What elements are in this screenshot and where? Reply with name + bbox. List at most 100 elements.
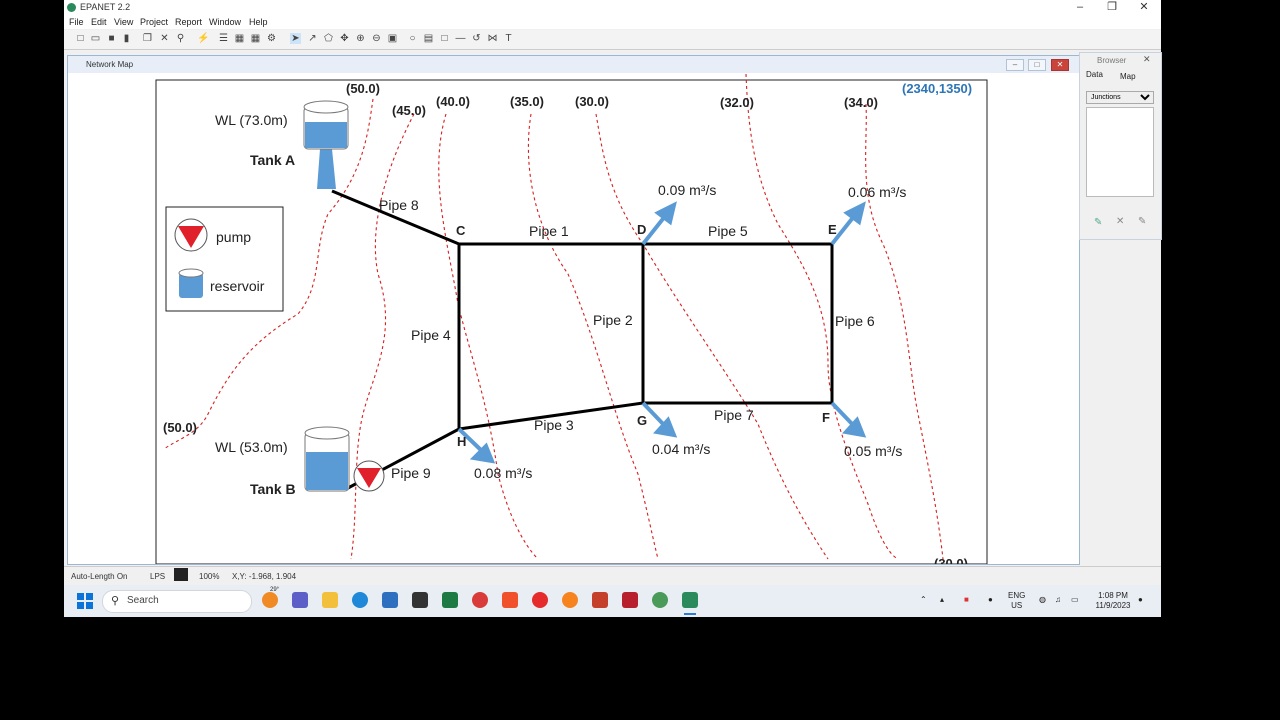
open-file-icon[interactable]: ▭: [90, 33, 101, 44]
volume-icon[interactable]: ♫: [1055, 595, 1061, 605]
battery-icon[interactable]: ▭: [1071, 595, 1079, 605]
node-label-f[interactable]: F: [822, 410, 830, 425]
vscode-icon[interactable]: [382, 592, 398, 608]
tank-a-level: WL (73.0m): [215, 112, 288, 128]
menu-help[interactable]: Help: [249, 17, 268, 27]
node-label-c[interactable]: C: [456, 223, 466, 238]
select-region-icon[interactable]: ⬠: [323, 33, 334, 44]
print-icon[interactable]: ▮: [121, 33, 132, 44]
node-label-g[interactable]: G: [637, 413, 647, 428]
find-icon[interactable]: ⚲: [175, 33, 186, 44]
terminal-icon[interactable]: [412, 592, 428, 608]
save-icon[interactable]: ■: [106, 33, 117, 44]
map-maximize-button[interactable]: □: [1028, 59, 1046, 71]
select-object-icon[interactable]: ➤: [290, 33, 301, 44]
excel-icon[interactable]: [442, 592, 458, 608]
auto-length-status[interactable]: Auto-Length On: [71, 572, 127, 581]
map-close-button[interactable]: ✕: [1051, 59, 1069, 71]
close-button[interactable]: ✕: [1128, 0, 1160, 15]
xy-location-status: X,Y: -1.968, 1.904: [232, 572, 297, 581]
browser-header: Browser ✕: [1080, 53, 1161, 67]
add-pipe-icon[interactable]: —: [455, 33, 466, 44]
tray-app-icon[interactable]: ▴: [940, 595, 944, 605]
add-label-icon[interactable]: T: [503, 33, 514, 44]
menu-report[interactable]: Report: [175, 17, 202, 27]
run-icon[interactable]: ⚡: [197, 33, 209, 44]
tray-chevron-icon[interactable]: ⌃: [920, 595, 927, 605]
select-vertex-icon[interactable]: ↗: [307, 33, 318, 44]
add-reservoir-icon[interactable]: ▤: [423, 33, 434, 44]
windows-start-icon[interactable]: [77, 593, 93, 609]
language-indicator[interactable]: ENG US: [1008, 591, 1025, 611]
zoom-in-icon[interactable]: ⊕: [355, 33, 366, 44]
clock-time: 1:08 PM: [1098, 591, 1128, 600]
node-label-d[interactable]: D: [637, 222, 646, 237]
tab-data[interactable]: Data: [1086, 70, 1103, 79]
options-icon[interactable]: ⚙: [266, 33, 277, 44]
node-label-e[interactable]: E: [828, 222, 837, 237]
menu-edit[interactable]: Edit: [91, 17, 107, 27]
add-pump-icon[interactable]: ↺: [471, 33, 482, 44]
zoom-out-icon[interactable]: ⊖: [371, 33, 382, 44]
opera-icon[interactable]: [532, 592, 548, 608]
file-explorer-icon[interactable]: [322, 592, 338, 608]
powerpoint-icon[interactable]: [592, 592, 608, 608]
object-category-select[interactable]: Junctions: [1086, 91, 1154, 104]
firefox-icon[interactable]: [562, 592, 578, 608]
table-icon[interactable]: ▦: [250, 33, 261, 44]
add-valve-icon[interactable]: ⋈: [487, 33, 498, 44]
pipe-label-1: Pipe 1: [529, 223, 569, 239]
elevation-label: (34.0): [844, 95, 878, 110]
chrome-icon[interactable]: [652, 592, 668, 608]
tab-map[interactable]: Map: [1120, 72, 1136, 81]
menu-view[interactable]: View: [114, 17, 133, 27]
pan-icon[interactable]: ✥: [339, 33, 350, 44]
tank-b-name: Tank B: [250, 481, 296, 497]
delete-object-icon[interactable]: ✕: [1116, 216, 1124, 227]
demand-label-d: 0.09 m³/s: [658, 182, 716, 198]
brave-icon[interactable]: [502, 592, 518, 608]
elevation-label: (45.0): [392, 103, 426, 118]
acrobat-icon[interactable]: [622, 592, 638, 608]
browser-close-icon[interactable]: ✕: [1143, 54, 1151, 65]
epanet-taskbar-icon[interactable]: [682, 592, 698, 608]
tray-app2-icon[interactable]: ■: [964, 595, 969, 605]
graph-icon[interactable]: ▦: [234, 33, 245, 44]
app-icon[interactable]: [472, 592, 488, 608]
add-object-icon[interactable]: ✎: [1094, 217, 1102, 228]
pump-symbol[interactable]: [353, 460, 385, 492]
menu-project[interactable]: Project: [140, 17, 168, 27]
query-icon[interactable]: ☰: [218, 33, 229, 44]
weather-icon[interactable]: [262, 592, 278, 608]
menu-window[interactable]: Window: [209, 17, 241, 27]
pipe-label-4: Pipe 4: [411, 327, 451, 343]
tank-b-symbol[interactable]: [304, 426, 350, 492]
menu-file[interactable]: File: [69, 17, 84, 27]
delete-icon[interactable]: ✕: [159, 33, 170, 44]
elevation-label: (35.0): [510, 94, 544, 109]
weather-temp: 29°: [270, 587, 280, 593]
network-diagram: pump reservoir (50.0) (45.0) (40.0) (35.…: [155, 74, 988, 564]
new-file-icon[interactable]: □: [75, 33, 86, 44]
maximize-button[interactable]: ❐: [1096, 0, 1128, 15]
legend-reservoir-label: reservoir: [210, 278, 265, 294]
edit-object-icon[interactable]: ✎: [1138, 216, 1146, 227]
demand-label-h: 0.08 m³/s: [474, 465, 532, 481]
minimize-button[interactable]: –: [1064, 0, 1096, 15]
node-label-h[interactable]: H: [457, 434, 466, 449]
notification-bell-icon[interactable]: ●: [1138, 595, 1143, 605]
add-junction-icon[interactable]: ○: [407, 33, 418, 44]
full-extent-icon[interactable]: ▣: [387, 33, 398, 44]
clock[interactable]: 1:08 PM 11/9/2023: [1090, 591, 1136, 611]
edge-icon[interactable]: [352, 592, 368, 608]
map-minimize-button[interactable]: –: [1006, 59, 1024, 71]
microphone-icon[interactable]: ●: [988, 595, 993, 605]
wifi-icon[interactable]: ◍: [1039, 595, 1046, 605]
copy-icon[interactable]: ❐: [142, 33, 153, 44]
add-tank-icon[interactable]: □: [439, 33, 450, 44]
tank-b-level: WL (53.0m): [215, 439, 288, 455]
tank-b-top: [304, 426, 350, 440]
object-list[interactable]: [1086, 107, 1154, 197]
taskbar-search[interactable]: ⚲ Search: [102, 590, 252, 613]
teams-icon[interactable]: [292, 592, 308, 608]
